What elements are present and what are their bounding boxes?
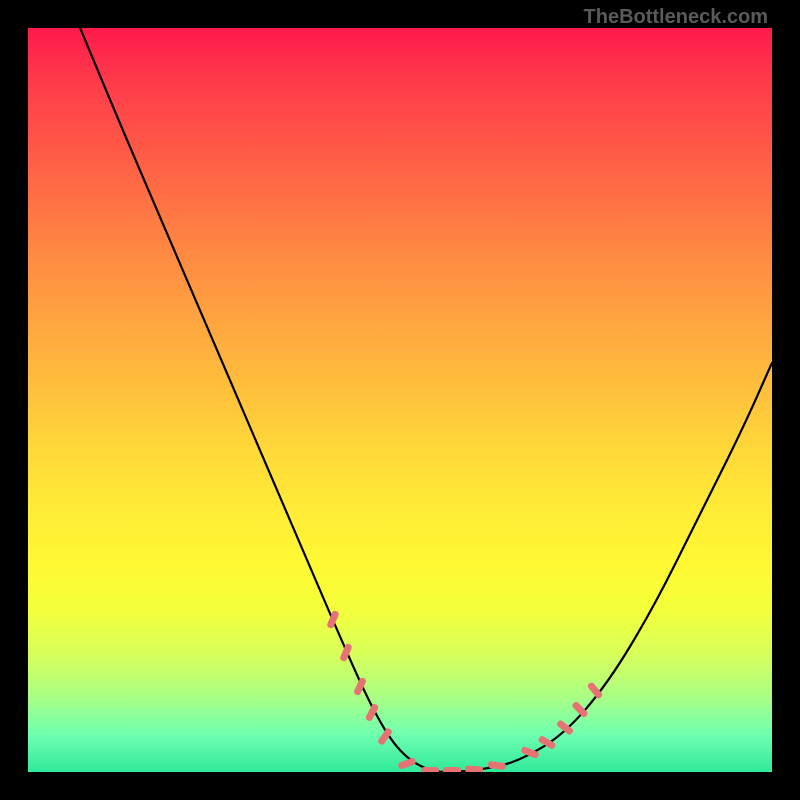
chart-frame: TheBottleneck.com xyxy=(0,0,800,800)
plot-area xyxy=(28,28,772,772)
curve-svg xyxy=(28,28,772,772)
attribution-text: TheBottleneck.com xyxy=(584,6,768,29)
highlight-dash xyxy=(421,767,439,772)
highlight-dash xyxy=(465,765,483,772)
highlight-dash xyxy=(443,767,461,772)
bottleneck-curve xyxy=(80,28,772,772)
